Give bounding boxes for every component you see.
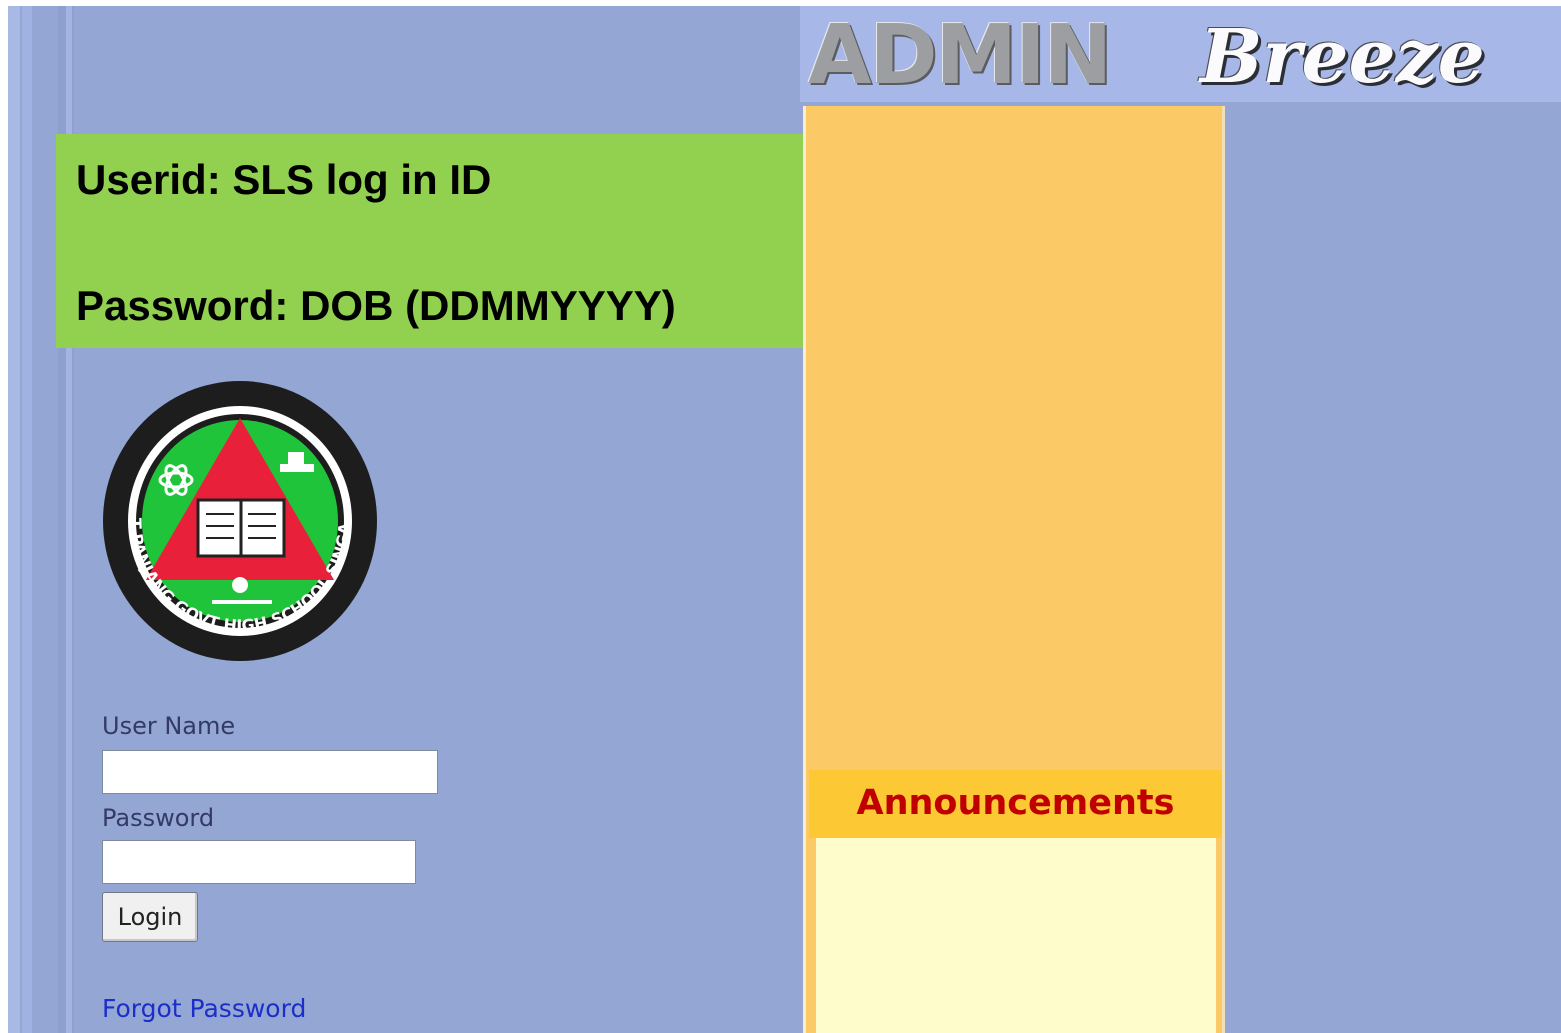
left-border-strip [22,6,32,1033]
left-border-strip [8,6,20,1033]
announcements-panel: Announcements [803,106,1225,1033]
announcements-title: Announcements [856,783,1175,823]
login-page: ADMIN Breeze Userid: SLS log in ID Passw… [8,6,1561,1033]
brand-admin-text: ADMIN [808,8,1112,103]
username-label: User Name [102,712,236,740]
announcements-header: Announcements [809,770,1222,838]
announcements-body [816,838,1216,1033]
login-button[interactable]: Login [102,892,198,942]
username-input[interactable] [102,750,438,794]
password-label: Password [102,804,215,832]
school-crest-icon: BUKIT PANJANG GOVT HIGH SCHOOL SINGAPORE [102,380,377,661]
forgot-password-link[interactable]: Forgot Password [102,994,306,1023]
brand-breeze-text: Breeze [1200,14,1485,100]
password-instruction: Password: DOB (DDMMYYYY) [76,282,676,329]
userid-instruction: Userid: SLS log in ID [76,156,492,203]
password-input[interactable] [102,840,416,884]
instruction-box: Userid: SLS log in ID Password: DOB (DDM… [56,134,808,348]
